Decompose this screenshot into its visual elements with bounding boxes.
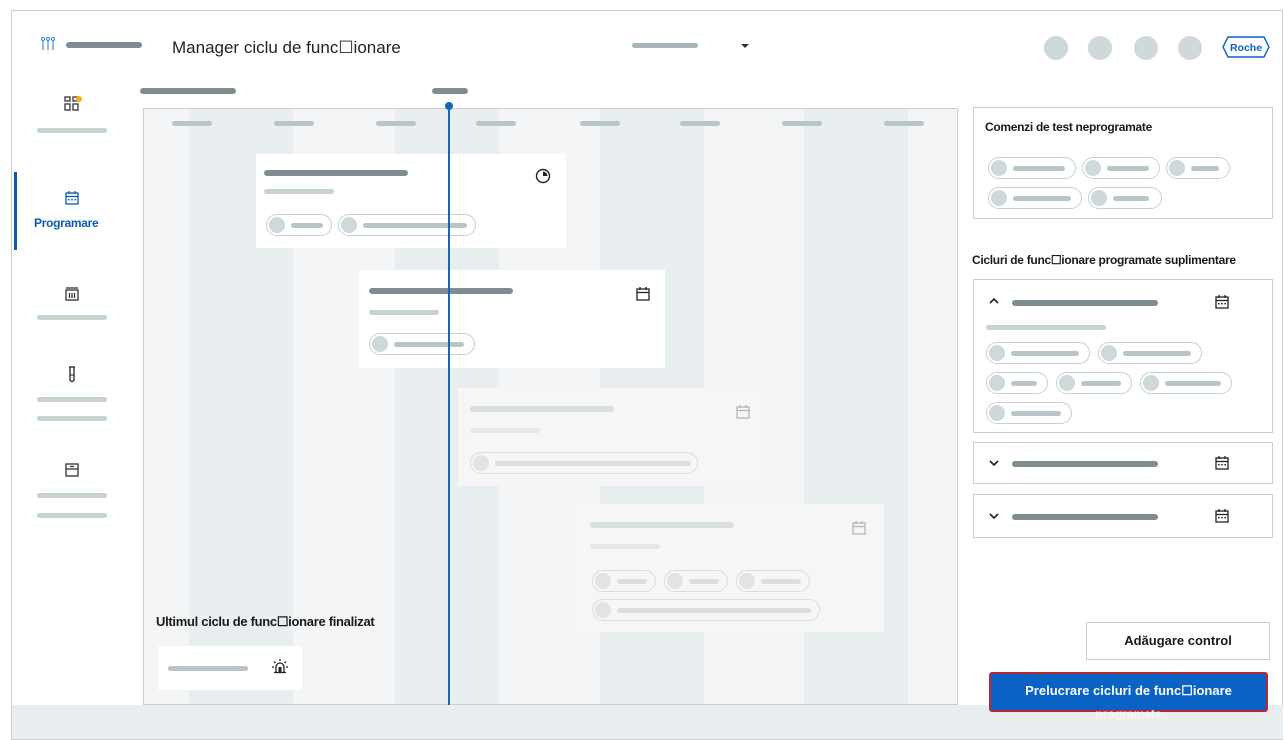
test-chip[interactable] [266,214,332,236]
unscheduled-orders-title: Comenzi de test neprogramate [985,120,1152,134]
test-chip[interactable] [988,157,1076,179]
time-tick-label [580,121,620,126]
test-chip[interactable] [664,570,728,592]
test-chip[interactable] [1088,187,1162,209]
user-avatar-icon[interactable] [1178,36,1202,60]
toolbar-button-1[interactable] [1044,36,1068,60]
toolbar-button-2[interactable] [1088,36,1112,60]
chevron-down-icon[interactable] [740,41,750,51]
grid-menu-icon[interactable] [40,36,56,52]
sidebar-item-programare[interactable]: Programare [15,186,127,236]
test-chip[interactable] [1082,157,1160,179]
analyzer-icon [64,286,80,302]
app-menu-label [66,42,142,48]
brand-text: Roche [1230,42,1262,54]
test-chip[interactable] [736,570,810,592]
clock-icon [535,168,551,184]
toolbar-button-3[interactable] [1134,36,1158,60]
sidebar-item-storage[interactable] [15,458,127,524]
test-chip[interactable] [592,570,656,592]
process-scheduled-runs-button[interactable]: Prelucrare cicluri de func☐ionare progra… [989,672,1268,721]
run-title [264,170,408,176]
run-subtitle [369,310,439,315]
run-card-1[interactable] [256,154,566,248]
unscheduled-orders-panel: Comenzi de test neprogramate [973,107,1273,219]
sidebar-item-label: Programare [34,216,99,230]
dashboard-icon [64,96,82,112]
last-run-label [168,666,248,671]
test-chip[interactable] [986,372,1048,394]
sidebar-item-reagents[interactable] [15,364,127,424]
calendar-icon [635,286,651,302]
group-title [1012,461,1158,467]
additional-runs-title: Cicluri de func☐ionare programate suplim… [972,253,1236,267]
test-chip[interactable] [988,187,1082,209]
run-subtitle [264,189,334,194]
roche-logo: Roche [1222,36,1270,58]
time-tick-label [476,121,516,126]
group-title [1012,514,1158,520]
additional-run-group-2[interactable] [973,442,1273,484]
run-title [470,406,614,412]
process-button-label: Prelucrare cicluri de func☐ionare [1025,683,1232,698]
current-time-label [432,88,468,94]
additional-run-group-3[interactable] [973,494,1273,538]
sidebar-item-label [37,315,107,320]
time-tick-label [376,121,416,126]
last-run-card[interactable] [158,646,302,690]
test-chip[interactable] [470,452,698,474]
test-chip[interactable] [1056,372,1132,394]
chevron-down-icon[interactable] [988,458,1000,468]
time-tick-label [172,121,212,126]
additional-run-group-1[interactable] [973,279,1273,433]
current-time-line [448,105,450,705]
run-title [369,288,513,294]
test-tube-icon [66,366,78,384]
chevron-down-icon[interactable] [988,511,1000,521]
run-card-3[interactable] [458,388,764,486]
test-chip[interactable] [592,599,820,621]
calendar-icon [1214,508,1230,524]
time-tick-label [884,121,924,126]
calendar-icon [1214,455,1230,471]
test-chip[interactable] [1098,342,1202,364]
calendar-icon [1214,294,1230,310]
drawer-icon [64,462,80,478]
last-run-heading: Ultimul ciclu de func☐ionare finalizat [156,614,375,629]
run-title [590,522,734,528]
sidebar-item-label [37,397,107,402]
calendar-icon [735,404,751,420]
test-chip[interactable] [986,342,1090,364]
process-button-label-line2: programate [1095,707,1162,721]
sidebar-item-label [37,513,107,518]
sidebar-item-instrument[interactable] [15,282,127,332]
current-time-marker [445,102,453,110]
sidebar-item-label [37,128,107,133]
test-chip[interactable] [338,214,476,236]
date-label [140,88,236,94]
time-tick-label [274,121,314,126]
calendar-icon [64,190,80,206]
sidebar-item-label [37,493,107,498]
page-title: Manager ciclu de func☐ionare [172,38,401,57]
test-chip[interactable] [369,333,475,355]
add-control-button[interactable]: Adăugare control [1086,622,1270,660]
group-title [1012,300,1158,306]
run-card-4[interactable] [576,504,884,632]
chevron-up-icon[interactable] [988,296,1000,306]
run-card-2[interactable] [359,270,665,368]
run-subtitle [590,544,660,549]
time-tick-label [680,121,720,126]
test-chip[interactable] [1140,372,1232,394]
alarm-icon [271,658,289,676]
run-subtitle [470,428,540,433]
test-chip[interactable] [1166,157,1230,179]
calendar-icon [851,520,867,536]
sidebar-item-label [37,416,107,421]
time-tick-label [782,121,822,126]
sidebar-item-dashboard[interactable] [15,92,127,142]
group-subtitle [986,325,1106,330]
test-chip[interactable] [986,402,1072,424]
context-select-label[interactable] [632,43,698,48]
